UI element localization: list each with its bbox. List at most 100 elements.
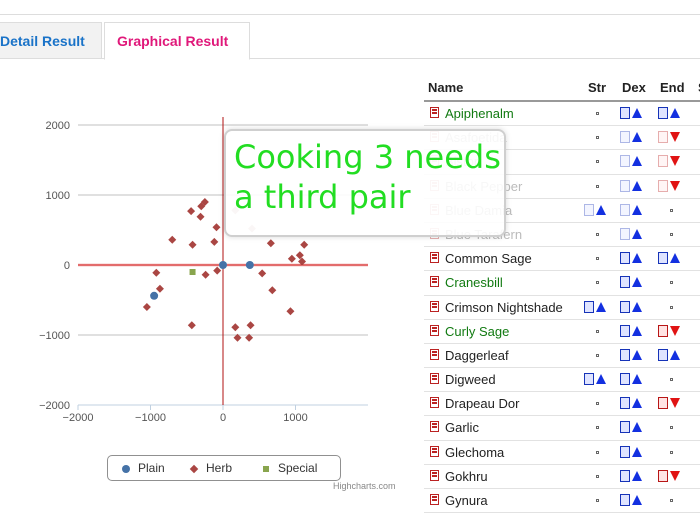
neutral-icon: [596, 112, 599, 115]
annotation-callout: Cooking 3 needs a third pair: [224, 129, 506, 237]
dex-cell: [620, 275, 650, 290]
ingredient-icon: [430, 276, 439, 288]
ingredient-name[interactable]: Curly Sage: [445, 324, 509, 339]
arrow-up-icon: [670, 253, 680, 264]
effect-icon: [658, 252, 668, 265]
effect-icon: [620, 324, 630, 337]
herb-point: [231, 323, 240, 332]
column-header-end[interactable]: End: [660, 80, 685, 95]
table-row[interactable]: Gynura: [424, 489, 700, 513]
arrow-up-icon: [632, 374, 642, 385]
ingredient-icon: [430, 397, 439, 409]
str-cell: [584, 420, 614, 435]
neutral-icon: [670, 378, 673, 382]
neutral-icon: [596, 257, 599, 261]
effect-icon: [658, 179, 668, 192]
table-row[interactable]: Garlic: [424, 416, 700, 441]
str-cell: [584, 372, 614, 387]
effect-icon: [658, 397, 668, 410]
ingredient-icon: [430, 300, 439, 312]
legend-item-special[interactable]: Special: [260, 460, 317, 476]
herb-point: [213, 266, 222, 275]
herb-point: [168, 235, 177, 244]
arrow-up-icon: [632, 398, 642, 409]
end-cell: [658, 275, 688, 290]
table-row[interactable]: Daggerleaf: [424, 344, 700, 369]
herb-point: [300, 240, 309, 249]
ingredient-name[interactable]: Drapeau Dor: [445, 396, 519, 411]
ingredient-name[interactable]: Daggerleaf: [445, 348, 509, 363]
effect-icon: [620, 373, 630, 386]
neutral-icon: [596, 232, 599, 236]
dex-cell: [620, 106, 650, 121]
result-tabs: Detail Result Graphical Result: [0, 20, 700, 60]
x-tick-label: −2000: [63, 412, 94, 424]
column-header-dex[interactable]: Dex: [622, 80, 646, 95]
str-cell: [584, 445, 614, 460]
ingredient-name[interactable]: Garlic: [445, 420, 479, 435]
table-row[interactable]: Glechoma: [424, 441, 700, 465]
legend-item-plain[interactable]: Plain: [120, 460, 165, 476]
effect-icon: [584, 300, 594, 313]
neutral-icon: [596, 499, 599, 502]
table-row[interactable]: Crimson Nightshade: [424, 296, 700, 320]
highcharts-credit[interactable]: Highcharts.com: [333, 481, 396, 491]
ingredient-name[interactable]: Gokhru: [445, 469, 488, 484]
neutral-icon: [596, 184, 599, 188]
effect-icon: [658, 155, 668, 168]
ingredient-name[interactable]: Cranesbill: [445, 275, 503, 290]
ingredient-name[interactable]: Common Sage: [445, 251, 532, 266]
str-cell: [584, 130, 614, 145]
table-row[interactable]: Apiphenalm: [424, 102, 700, 127]
ingredient-icon: [430, 445, 439, 457]
neutral-icon: [596, 160, 599, 164]
herb-point: [295, 251, 304, 260]
table-row[interactable]: Common Sage: [424, 247, 700, 272]
dex-cell: [620, 420, 650, 435]
str-cell: [584, 154, 614, 169]
ingredient-name[interactable]: Glechoma: [445, 445, 504, 460]
arrow-up-icon: [632, 108, 642, 118]
table-row[interactable]: Cranesbill: [424, 271, 700, 296]
herb-point: [266, 239, 275, 248]
neutral-icon: [670, 232, 673, 236]
tab-detail-result[interactable]: Detail Result: [0, 22, 102, 58]
table-row[interactable]: Curly Sage: [424, 320, 700, 344]
special-point: [189, 269, 196, 275]
dex-cell: [620, 203, 650, 218]
ingredient-name[interactable]: Digweed: [445, 372, 496, 387]
effect-icon: [620, 155, 630, 168]
effect-icon: [658, 107, 668, 119]
herb-point: [210, 237, 219, 246]
herb-point: [187, 321, 196, 330]
table-row[interactable]: Drapeau Dor: [424, 392, 700, 417]
ingredient-name[interactable]: Gynura: [445, 493, 488, 508]
column-header-str[interactable]: Str: [588, 80, 606, 95]
table-row[interactable]: Gokhru: [424, 465, 700, 489]
legend-label: Herb: [206, 461, 233, 475]
effect-icon: [658, 469, 668, 482]
arrow-up-icon: [632, 156, 642, 167]
end-cell: [658, 396, 688, 411]
effect-icon: [658, 324, 668, 337]
herb-point: [246, 321, 255, 330]
y-tick-label: −1000: [39, 330, 70, 342]
arrow-up-icon: [596, 374, 606, 385]
arrow-down-icon: [670, 156, 680, 167]
end-cell: [658, 324, 688, 339]
table-row[interactable]: Digweed: [424, 368, 700, 393]
herb-point: [196, 212, 205, 221]
y-tick-label: −2000: [39, 400, 70, 412]
arrow-up-icon: [632, 301, 642, 312]
ingredient-name[interactable]: Crimson Nightshade: [445, 300, 563, 315]
y-tick-label: 2000: [46, 120, 70, 132]
effect-icon: [620, 227, 630, 240]
column-header-name[interactable]: Name: [428, 80, 463, 95]
herb-point: [152, 268, 161, 277]
ingredient-name[interactable]: Apiphenalm: [445, 106, 514, 121]
legend-item-herb[interactable]: Herb: [188, 460, 232, 476]
tab-graphical-result[interactable]: Graphical Result: [104, 22, 250, 60]
neutral-icon: [670, 450, 673, 454]
neutral-icon: [670, 499, 673, 502]
end-cell: [658, 106, 688, 121]
